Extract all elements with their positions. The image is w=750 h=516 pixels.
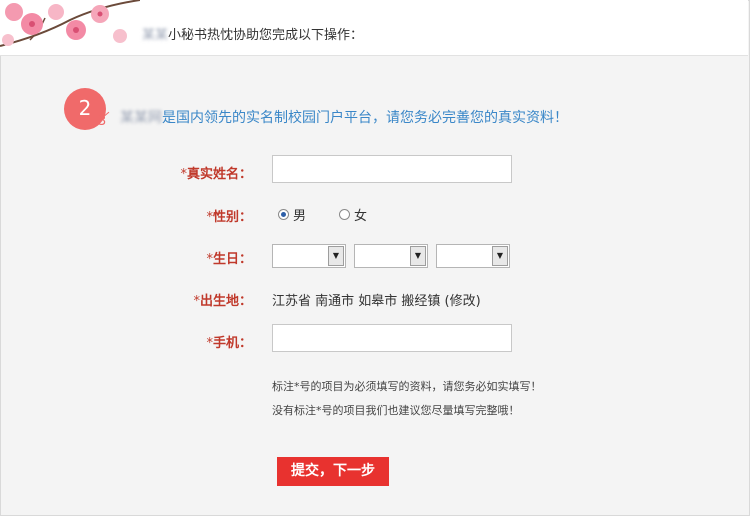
- header-site-name: 某某: [142, 28, 169, 43]
- header-message: 某某小秘书热忱协助您完成以下操作：: [142, 24, 363, 43]
- gender-female-label: 女: [354, 209, 368, 224]
- step-indicator: 2 3: [64, 88, 114, 136]
- gender-label-text: 性别：: [212, 210, 252, 225]
- birthday-label-text: 生日：: [212, 252, 252, 267]
- gender-female-radio[interactable]: 女: [339, 205, 367, 224]
- birthplace-label: *出生地：: [132, 290, 252, 309]
- header-message-text: 小秘书热忱协助您完成以下操作：: [168, 28, 364, 43]
- radio-checked-icon: [278, 209, 289, 220]
- birth-month-select[interactable]: ▼: [354, 244, 428, 268]
- birth-day-select[interactable]: ▼: [436, 244, 510, 268]
- gender-male-label: 男: [293, 209, 307, 224]
- phone-label: *手机：: [132, 332, 252, 351]
- intro-text: 某某网是国内领先的实名制校园门户平台，请您务必完善您的真实资料！: [120, 107, 568, 127]
- plum-blossom-decoration: [0, 0, 140, 47]
- submit-next-button[interactable]: 提交，下一步: [277, 457, 389, 486]
- gender-male-radio[interactable]: 男: [278, 205, 306, 224]
- chevron-down-icon[interactable]: ▼: [328, 246, 344, 266]
- phone-input[interactable]: [272, 324, 512, 352]
- birthplace-value[interactable]: 江苏省 南通市 如皋市 搬经镇 (修改): [272, 290, 481, 309]
- real-name-input[interactable]: [272, 155, 512, 183]
- intro-site-name: 某某网: [120, 110, 162, 126]
- real-name-label: *真实姓名：: [132, 163, 252, 182]
- chevron-down-icon[interactable]: ▼: [410, 246, 426, 266]
- phone-label-text: 手机：: [212, 336, 252, 351]
- radio-unchecked-icon: [339, 209, 350, 220]
- birthday-label: *生日：: [132, 248, 252, 267]
- birthplace-label-text: 出生地：: [199, 294, 252, 309]
- real-name-label-text: 真实姓名：: [186, 167, 252, 182]
- gender-label: *性别：: [132, 206, 252, 225]
- birth-year-select[interactable]: ▼: [272, 244, 346, 268]
- header-bar: 某某小秘书热忱协助您完成以下操作：: [0, 0, 748, 56]
- intro-message: 是国内领先的实名制校园门户平台，请您务必完善您的真实资料！: [162, 110, 568, 126]
- step-total: 3: [98, 114, 107, 129]
- hint-optional: 没有标注*号的项目我们也建议您尽量填写完整哦！: [272, 404, 520, 417]
- chevron-down-icon[interactable]: ▼: [492, 246, 508, 266]
- hint-required: 标注*号的项目为必须填写的资料，请您务必如实填写！: [272, 380, 542, 393]
